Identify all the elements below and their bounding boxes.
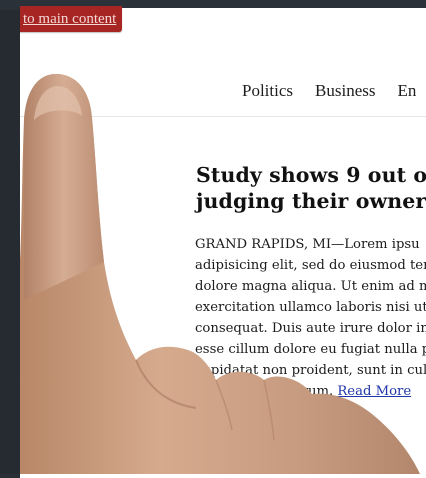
body-line: adipisicing elit, sed do eiusmod ter [195,258,426,273]
nav-item-en[interactable]: En [397,81,416,101]
main-navigation: Politics Business En [242,81,426,101]
headline-line: Study shows 9 out o [196,163,426,187]
body-line: GRAND RAPIDS, MI—Lorem ipsu [195,237,420,252]
browser-side-bar [0,0,20,474]
article-body: GRAND RAPIDS, MI—Lorem ipsu adipisicing … [195,234,426,402]
article-headline: Study shows 9 out o judging their owner [196,162,426,214]
body-line: cupidatat non proident, sunt in cul [195,363,426,378]
nav-item-business[interactable]: Business [315,81,375,101]
body-line: consequat. Duis aute irure dolor in [195,321,426,336]
headline-line: judging their owner [196,189,426,213]
header-divider [20,116,426,117]
body-line: esse cillum dolore eu fugiat nulla p [195,342,426,357]
read-more-link[interactable]: Read More [337,384,411,399]
body-line: exercitation ullamco laboris nisi ut [195,300,426,315]
body-line: dolore magna aliqua. Ut enim ad m [195,279,426,294]
nav-item-politics[interactable]: Politics [242,81,293,101]
body-line-last: anim id est laborum. [195,384,338,399]
skip-to-main-content-link[interactable]: to main content [20,6,123,32]
